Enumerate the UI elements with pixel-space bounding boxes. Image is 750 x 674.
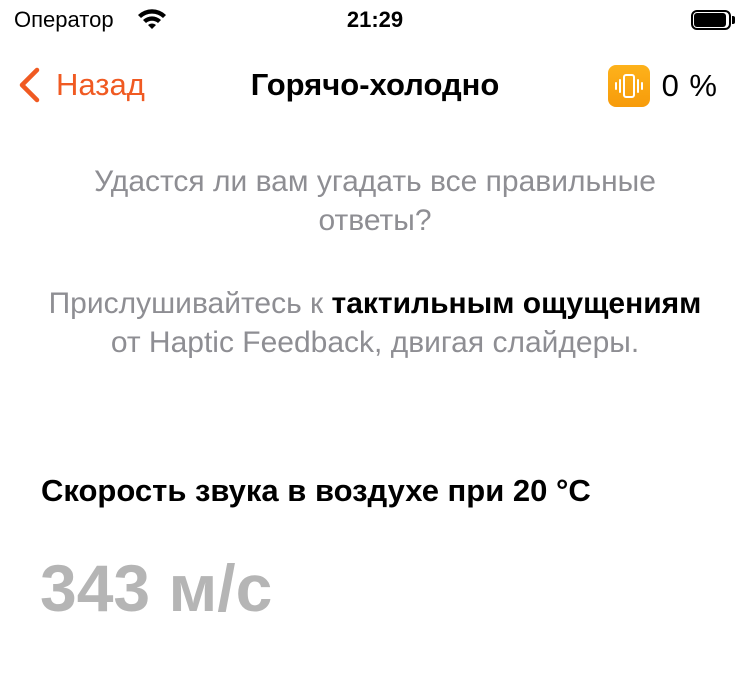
question-title: Скорость звука в воздухе при 20 °C xyxy=(41,473,591,508)
vibration-phone-icon xyxy=(607,65,650,107)
instructions-prefix: Прислушивайтесь к xyxy=(48,287,332,320)
instructions-suffix: от Haptic Feedback, двигая слайдеры. xyxy=(110,326,640,359)
battery-icon xyxy=(691,10,735,30)
instructions-bold: тактильным ощущениям xyxy=(331,287,702,320)
answer-value: 343 м/с xyxy=(40,551,273,625)
haptic-percent-label: 0 % xyxy=(661,68,718,103)
instructions-text: Прислушивайтесь к тактильным ощущениям о… xyxy=(40,284,710,362)
navigation-bar: Назад Горячо-холодно 0 % xyxy=(0,52,750,118)
status-bar: Оператор 21:29 xyxy=(0,0,750,44)
haptic-indicator[interactable]: 0 % xyxy=(607,65,718,107)
intro-text: Удастся ли вам угадать все правильные от… xyxy=(94,165,656,237)
status-time: 21:29 xyxy=(346,7,404,32)
